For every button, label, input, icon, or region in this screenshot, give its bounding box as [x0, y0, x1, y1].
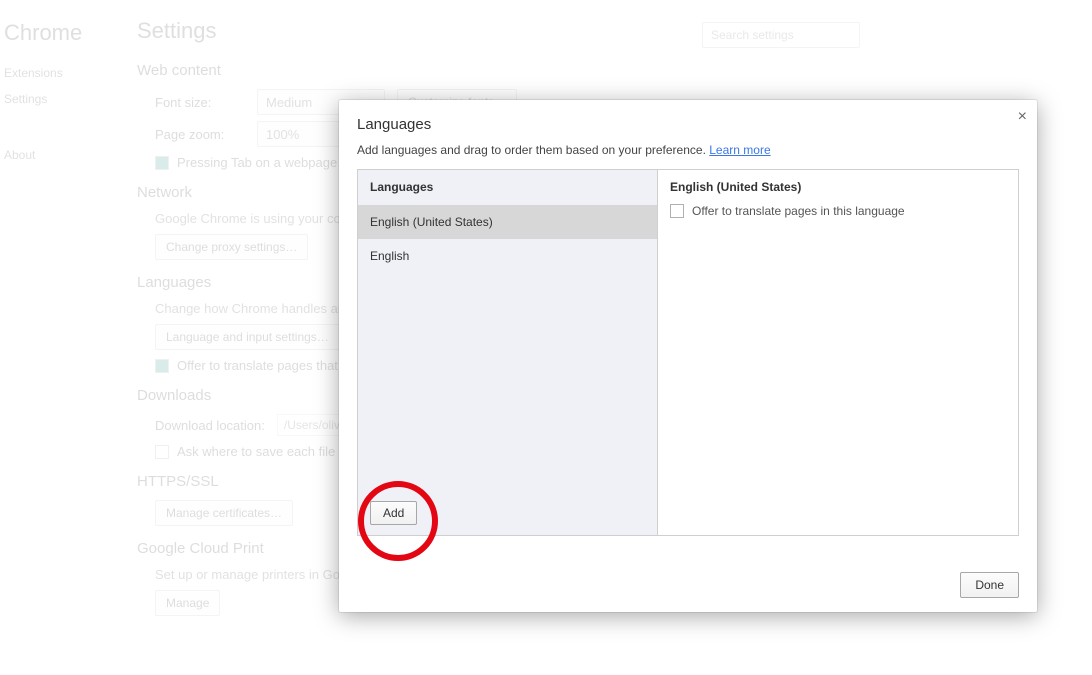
languages-column-header: Languages [358, 170, 657, 205]
language-item[interactable]: English (United States) [358, 205, 657, 239]
offer-translate-dialog-label: Offer to translate pages in this languag… [692, 204, 905, 218]
modal-subtitle: Add languages and drag to order them bas… [357, 143, 709, 157]
modal-title: Languages [357, 116, 1019, 133]
language-item[interactable]: English [358, 239, 657, 273]
selected-language-title: English (United States) [658, 170, 1018, 204]
add-language-button[interactable]: Add [370, 501, 417, 525]
offer-translate-dialog-checkbox[interactable] [670, 204, 684, 218]
done-button[interactable]: Done [960, 572, 1019, 598]
languages-dialog: × Languages Add languages and drag to or… [339, 100, 1037, 612]
modal-learn-more-link[interactable]: Learn more [709, 143, 770, 157]
close-icon[interactable]: × [1018, 108, 1027, 126]
language-list[interactable]: English (United States) English [358, 205, 657, 491]
